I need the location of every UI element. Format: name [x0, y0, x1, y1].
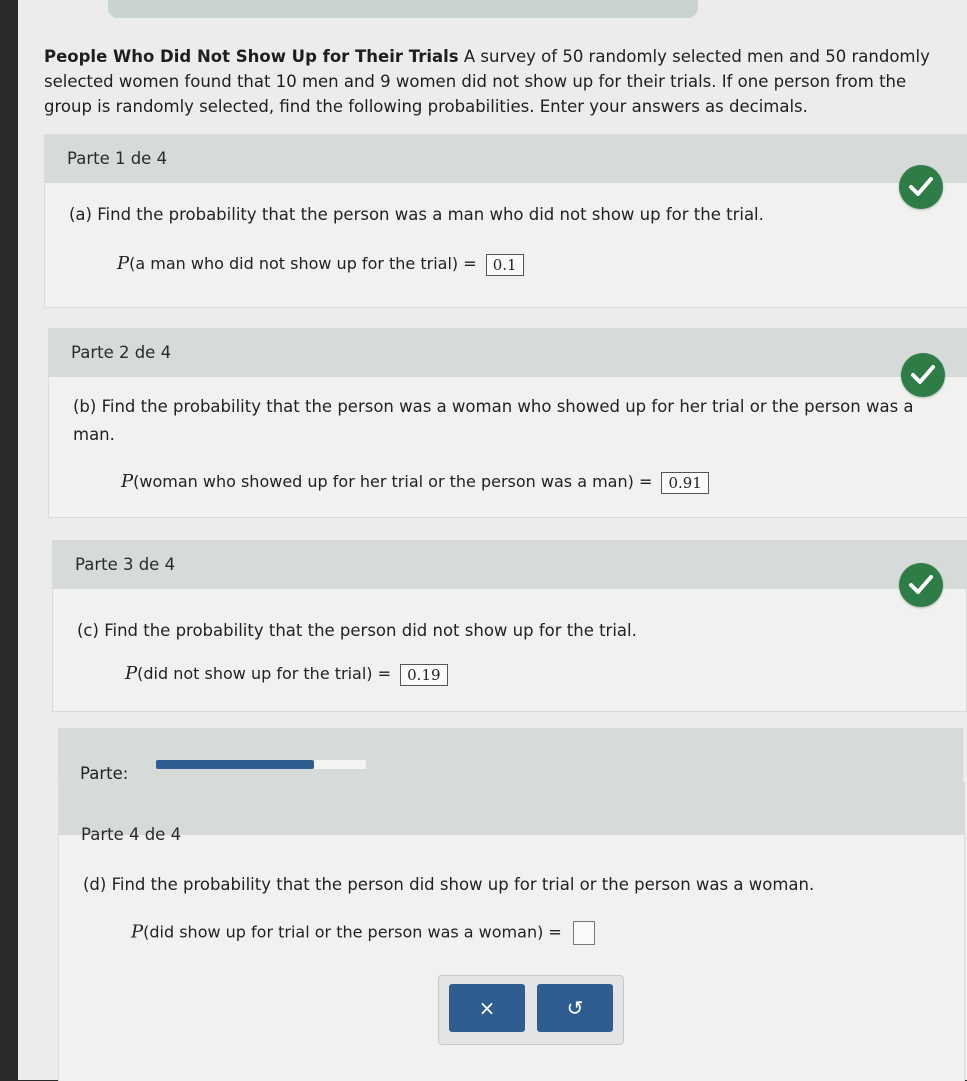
problem-title: People Who Did Not Show Up for Their Tri… [44, 47, 459, 66]
part-2-event: (woman who showed up for her trial or th… [133, 472, 634, 491]
part-4-question: (d) Find the probability that the person… [83, 875, 815, 894]
page: People Who Did Not Show Up for Their Tri… [18, 0, 967, 1081]
part-2-header: Parte 2 de 4 [49, 329, 967, 377]
part-1-header: Parte 1 de 4 [45, 135, 967, 183]
part-4-title: Parte 4 de 4 [81, 825, 182, 844]
action-buttons: × ↺ [438, 975, 624, 1045]
probability-symbol: P [131, 921, 144, 943]
part-3-question: (c) Find the probability that the person… [77, 621, 637, 640]
problem-intro: People Who Did Not Show Up for Their Tri… [44, 44, 954, 119]
top-tab-bar [108, 0, 698, 18]
part-2-answer-field[interactable]: 0.91 [661, 471, 709, 494]
part-4-equation: P(did show up for trial or the person wa… [131, 921, 595, 945]
part-3-title: Parte 3 de 4 [75, 555, 176, 574]
part-3-equation: P(did not show up for the trial) = 0.19 [125, 663, 448, 686]
check-icon [899, 165, 943, 209]
part-3-event: (did not show up for the trial) [137, 664, 373, 683]
part-3-card: Parte 3 de 4 (c) Find the probability th… [52, 540, 967, 712]
part-1-question: (a) Find the probability that the person… [69, 205, 764, 224]
part-1-card: Parte 1 de 4 (a) Find the probability th… [44, 134, 967, 308]
part-1-equation: P(a man who did not show up for the tria… [117, 253, 524, 276]
part-2-equation: P(woman who showed up for her trial or t… [121, 471, 709, 494]
part-4-answer-field[interactable] [572, 921, 595, 945]
progress-bar [156, 760, 366, 769]
progress-fill [156, 760, 314, 769]
equals-sign: = [638, 472, 653, 491]
part-4-header: Parte 4 de 4 [59, 783, 964, 844]
equals-sign: = [377, 664, 392, 683]
clear-button[interactable]: × [449, 984, 525, 1032]
part-1-event: (a man who did not show up for the trial… [129, 254, 459, 273]
part-1-title: Parte 1 de 4 [67, 149, 168, 168]
probability-symbol: P [125, 663, 138, 684]
part-2-card: Parte 2 de 4 (b) Find the probability th… [48, 328, 967, 518]
part-3-header: Parte 3 de 4 [53, 541, 966, 589]
part-4-event: (did show up for trial or the person was… [143, 922, 544, 942]
part-2-question: (b) Find the probability that the person… [73, 397, 914, 444]
progress-label: Parte: [80, 764, 129, 783]
equals-sign: = [463, 254, 477, 273]
part-3-answer-field[interactable]: 0.19 [400, 663, 448, 686]
part-1-answer-field[interactable]: 0.1 [485, 253, 524, 276]
equals-sign: = [548, 922, 562, 942]
probability-symbol: P [117, 253, 130, 274]
check-icon [901, 353, 945, 397]
probability-symbol: P [121, 471, 134, 492]
check-icon [899, 563, 943, 607]
part-2-title: Parte 2 de 4 [71, 343, 172, 362]
undo-button[interactable]: ↺ [537, 984, 613, 1032]
